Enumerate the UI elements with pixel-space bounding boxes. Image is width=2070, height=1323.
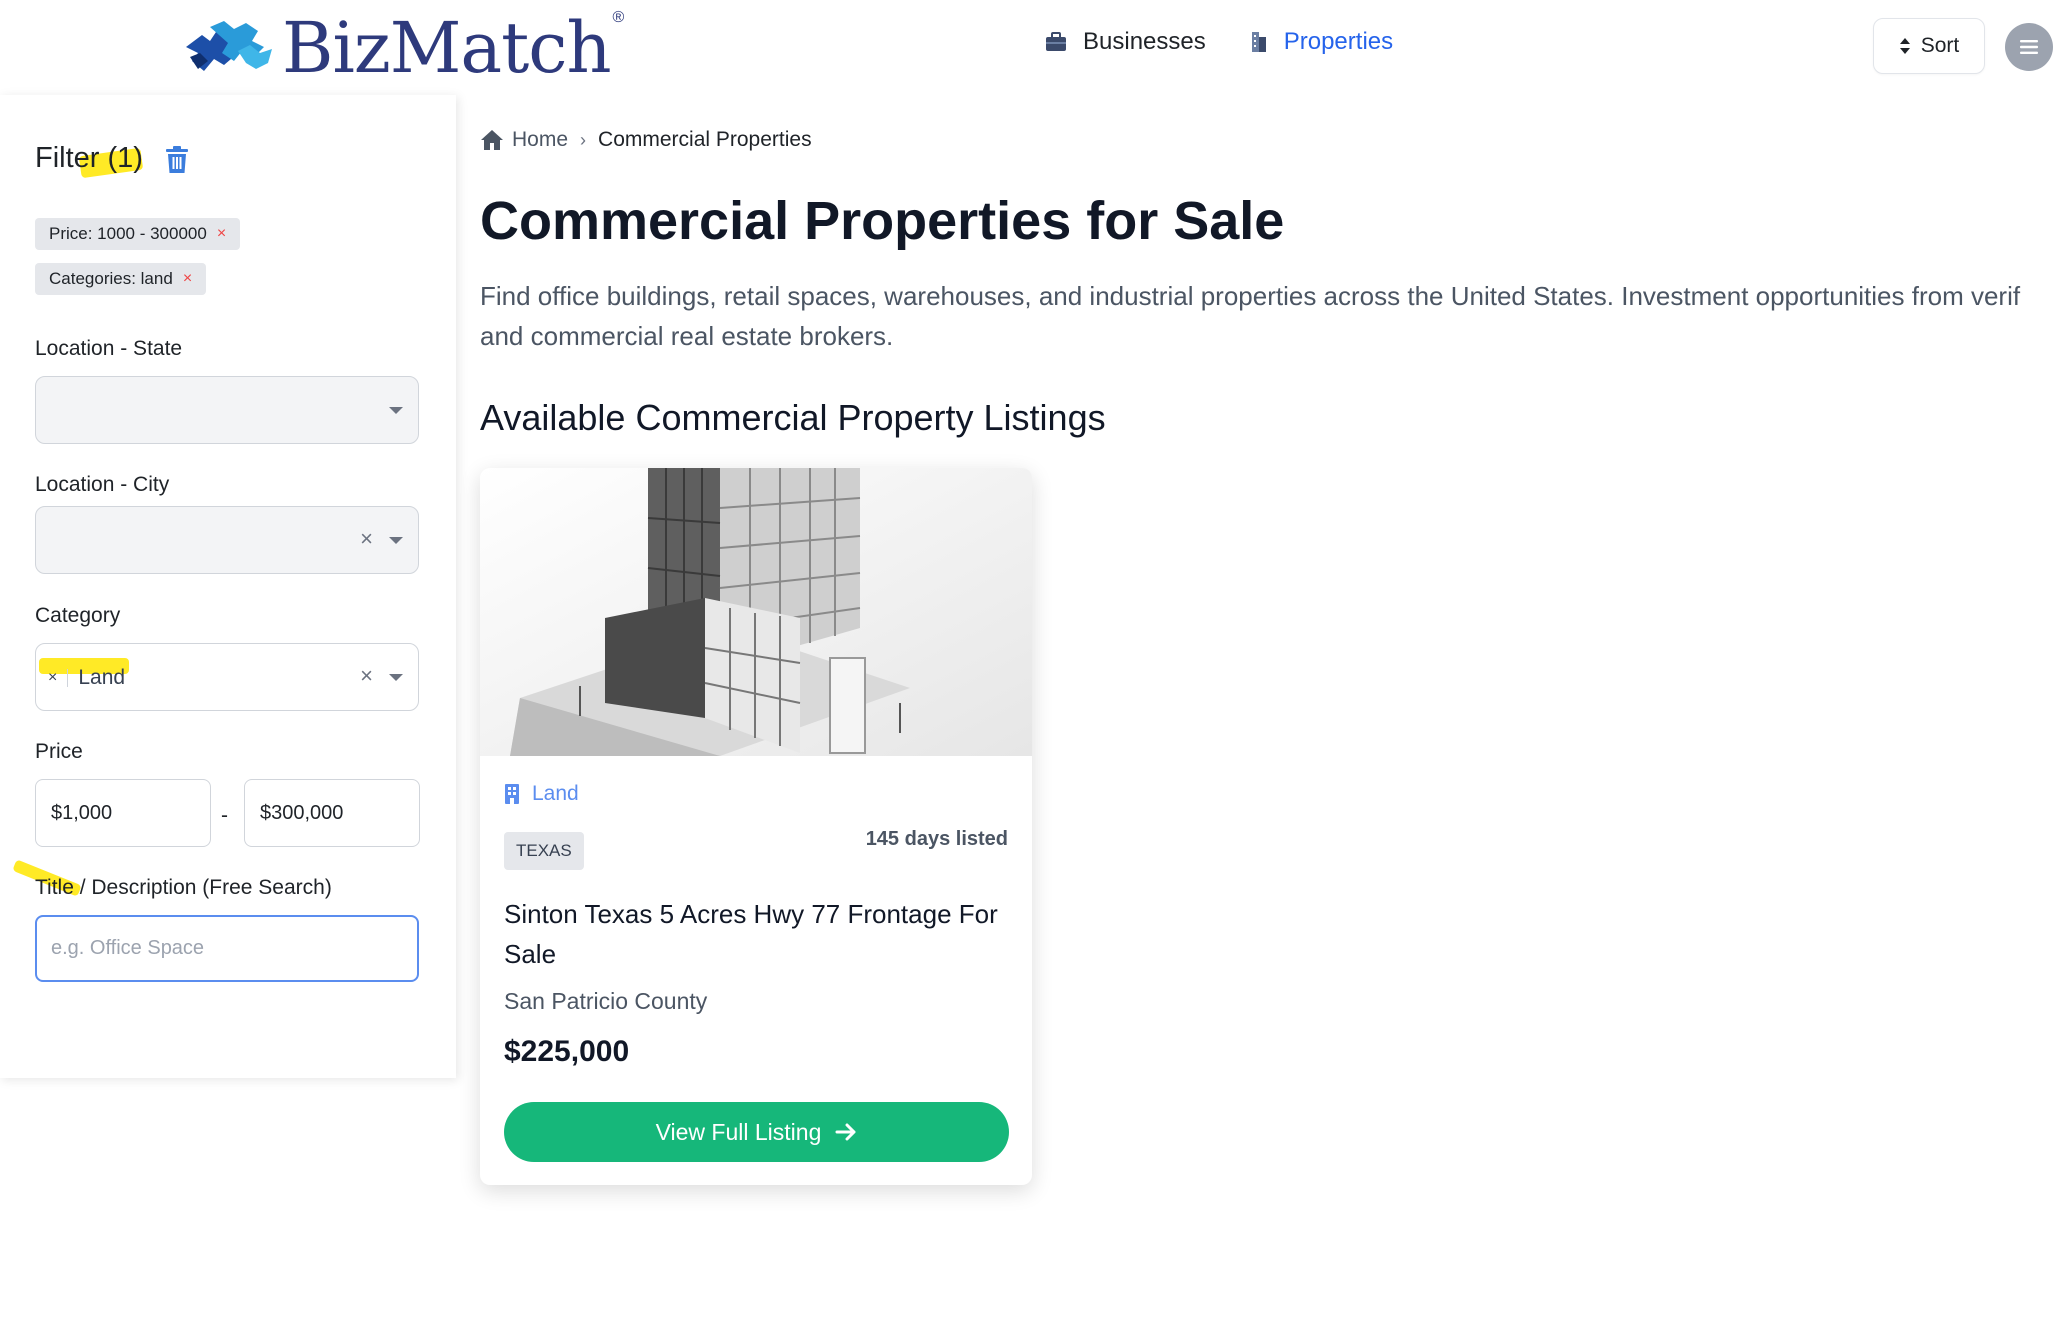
listing-county: San Patricio County <box>504 988 708 1014</box>
listing-category: Land <box>504 782 579 806</box>
trash-icon <box>166 146 188 173</box>
clear-category-icon[interactable]: × <box>360 663 373 689</box>
arrow-right-icon <box>835 1123 856 1141</box>
briefcase-icon <box>1046 32 1066 51</box>
section-title: Available Commercial Property Listings <box>480 397 1106 438</box>
price-max-input[interactable]: $300,000 <box>244 779 420 847</box>
sort-label: Sort <box>1920 34 1960 57</box>
filter-chip-price-label: Price: 1000 - 300000 <box>49 224 207 243</box>
remove-price-chip-icon[interactable]: × <box>217 225 226 243</box>
state-label: Location - State <box>35 337 183 360</box>
logo-text: BizMatch <box>282 7 612 89</box>
building-icon <box>1251 32 1266 52</box>
breadcrumb: Home › Commercial Properties <box>480 128 812 152</box>
menu-button[interactable] <box>2005 23 2053 71</box>
building-icon <box>505 784 519 804</box>
city-select[interactable]: × <box>35 506 419 574</box>
view-full-listing-label: View Full Listing <box>655 1118 822 1145</box>
description-line-1: Find office buildings, retail spaces, wa… <box>480 281 2021 311</box>
filter-title: Filter (1) <box>35 142 143 174</box>
top-navbar: BizMatch ® Businesses Properties Sort <box>0 0 2070 95</box>
page-title: Commercial Properties for Sale <box>480 191 1285 251</box>
chevron-down-icon <box>389 674 403 681</box>
category-tag-label: Land <box>78 666 126 689</box>
filter-chip-category: Categories: land × <box>35 263 207 295</box>
listing-price: $225,000 <box>504 1035 630 1068</box>
remove-category-chip-icon[interactable]: × <box>183 270 192 288</box>
breadcrumb-home[interactable]: Home <box>480 128 568 152</box>
nav-properties-label: Properties <box>1283 28 1394 55</box>
breadcrumb-home-label: Home <box>512 128 569 151</box>
price-min-input[interactable]: $1,000 <box>35 779 211 847</box>
price-label: Price <box>35 740 83 763</box>
listing-category-label: Land <box>532 782 579 805</box>
days-listed: 145 days listed <box>865 828 1008 850</box>
sort-button[interactable]: Sort <box>1873 18 1985 74</box>
clear-city-icon[interactable]: × <box>360 526 373 552</box>
registered-mark: ® <box>612 9 625 26</box>
main-nav: Businesses Properties <box>1045 28 1393 56</box>
city-label: Location - City <box>35 473 170 496</box>
price-separator: - <box>221 804 228 827</box>
category-tag-land: × Land <box>48 666 125 690</box>
filter-chip-category-label: Categories: land <box>49 269 173 288</box>
chevron-right-icon: › <box>580 129 587 150</box>
nav-businesses[interactable]: Businesses <box>1045 28 1206 56</box>
breadcrumb-current: Commercial Properties <box>598 128 812 151</box>
category-label: Category <box>35 604 121 627</box>
view-full-listing-button[interactable]: View Full Listing <box>504 1102 1009 1162</box>
remove-land-tag-icon[interactable]: × <box>48 669 69 687</box>
category-select[interactable]: × Land × <box>35 643 419 711</box>
bizmatch-logo[interactable]: BizMatch ® <box>180 7 625 89</box>
nav-businesses-label: Businesses <box>1083 28 1206 55</box>
page-description: Find office buildings, retail spaces, wa… <box>480 276 2070 356</box>
menu-icon <box>2020 40 2038 54</box>
description-line-2: and commercial real estate brokers. <box>480 321 894 351</box>
search-input[interactable]: e.g. Office Space <box>35 915 419 982</box>
state-select[interactable] <box>35 376 419 444</box>
search-label: Title / Description (Free Search) <box>35 876 332 899</box>
clear-filters-button[interactable] <box>165 146 189 174</box>
listing-card[interactable]: Land TEXAS 145 days listed Sinton Texas … <box>480 468 1032 1185</box>
listing-image <box>480 468 1032 756</box>
state-badge: TEXAS <box>504 832 584 870</box>
listing-title[interactable]: Sinton Texas 5 Acres Hwy 77 Frontage For… <box>504 894 1004 974</box>
home-icon <box>481 130 503 150</box>
chevron-down-icon <box>389 407 403 414</box>
filter-chip-price: Price: 1000 - 300000 × <box>35 218 241 250</box>
sort-arrows-icon <box>1899 38 1910 54</box>
nav-properties[interactable]: Properties <box>1250 28 1393 56</box>
puzzle-logo-icon <box>186 21 272 71</box>
chevron-down-icon <box>389 537 403 544</box>
